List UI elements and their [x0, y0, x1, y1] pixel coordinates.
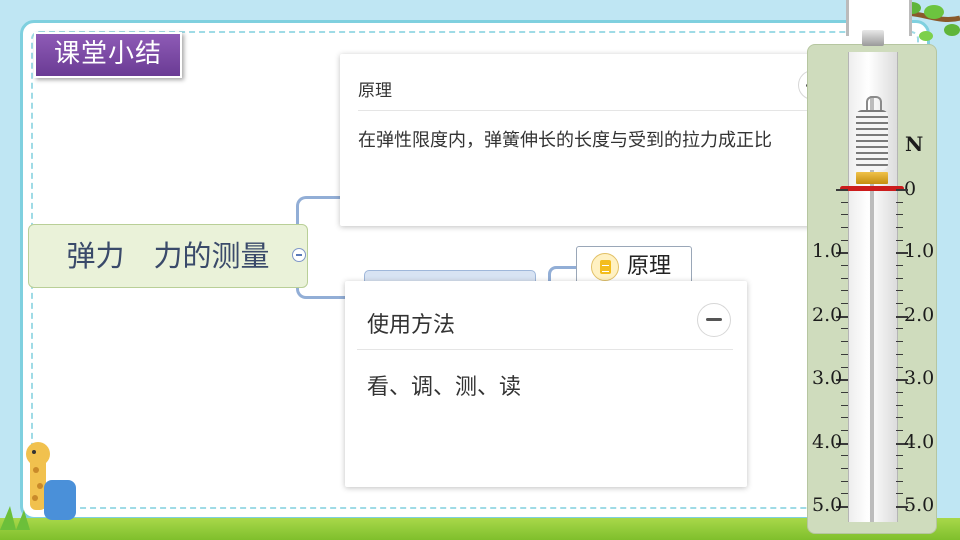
card-body: 看、调、测、读: [367, 375, 522, 400]
spring-base: [856, 172, 888, 184]
scale-label-left: 2.0: [812, 303, 843, 326]
note-card-usage: 使用方法 看、调、测、读: [345, 281, 747, 487]
scale-label-right: 1.0: [904, 240, 935, 263]
scale-tick: [896, 493, 903, 495]
scale-tick: [896, 391, 903, 393]
scale-tick: [841, 417, 848, 419]
collapse-toggle-icon[interactable]: [292, 248, 306, 262]
scale-tick: [841, 404, 848, 406]
scale-tick: [896, 290, 903, 292]
scale-tick: [896, 277, 903, 279]
scale-label-right: 3.0: [904, 367, 935, 390]
scale-tick: [896, 467, 903, 469]
scale-pointer: [840, 186, 904, 191]
giraffe-decoration: [0, 442, 76, 530]
scale-label-right: 5.0: [904, 494, 935, 516]
scale-tick: [841, 265, 848, 267]
note-icon: [591, 253, 619, 281]
mindmap-sub-node[interactable]: 原理: [576, 246, 692, 286]
scale-tick: [896, 303, 903, 305]
scale-tick: [841, 227, 848, 229]
scale-tick: [841, 341, 848, 343]
scale-label-right: 4.0: [904, 430, 935, 453]
note-card-principle: 原理 在弹性限度内，弹簧伸长的长度与受到的拉力成正比: [340, 54, 840, 226]
scale-label-left: 5.0: [812, 494, 843, 516]
scale-label-right: 2.0: [904, 303, 935, 326]
scale-tick: [841, 201, 848, 203]
scale-tick: [896, 429, 903, 431]
scale-tick: [896, 265, 903, 267]
scale-tick: [841, 480, 848, 482]
scale-tick: [841, 214, 848, 216]
scale-tick: [836, 189, 848, 191]
spring-scale-screw: [862, 30, 884, 46]
card-title: 原理: [358, 81, 392, 101]
scale-tick: [896, 455, 903, 457]
scale-tick: [896, 227, 903, 229]
slide-title: 课堂小结: [34, 32, 182, 78]
scale-tick: [841, 353, 848, 355]
card-body: 在弹性限度内，弹簧伸长的长度与受到的拉力成正比: [358, 130, 772, 151]
card-title: 使用方法: [367, 313, 456, 338]
scale-tick: [841, 277, 848, 279]
scale-tick: [841, 290, 848, 292]
scale-label-left: 4.0: [812, 430, 843, 453]
scale-tick: [841, 391, 848, 393]
scale-tick: [896, 341, 903, 343]
card-divider: [358, 110, 822, 111]
scale-tick: [896, 404, 903, 406]
scale-tick: [896, 239, 903, 241]
scale-tick: [896, 214, 903, 216]
scale-tick: [896, 189, 908, 191]
mindmap-root-node[interactable]: 弹力 力的测量: [28, 224, 308, 288]
card-divider: [357, 349, 733, 350]
scale-tick: [896, 480, 903, 482]
scale-tick: [841, 455, 848, 457]
scale-tick: [896, 328, 903, 330]
scale-tick: [896, 417, 903, 419]
scale-tick: [896, 201, 903, 203]
scale-label-left: 1.0: [812, 240, 843, 263]
scale-tick: [841, 467, 848, 469]
spring-coil: [856, 110, 888, 170]
scale-label-left: 3.0: [812, 367, 843, 390]
scale-tick: [896, 366, 903, 368]
minus-circle-icon[interactable]: [697, 303, 731, 337]
scale-tick: [896, 353, 903, 355]
scale-unit-label: N: [905, 132, 924, 156]
scale-tick: [841, 328, 848, 330]
